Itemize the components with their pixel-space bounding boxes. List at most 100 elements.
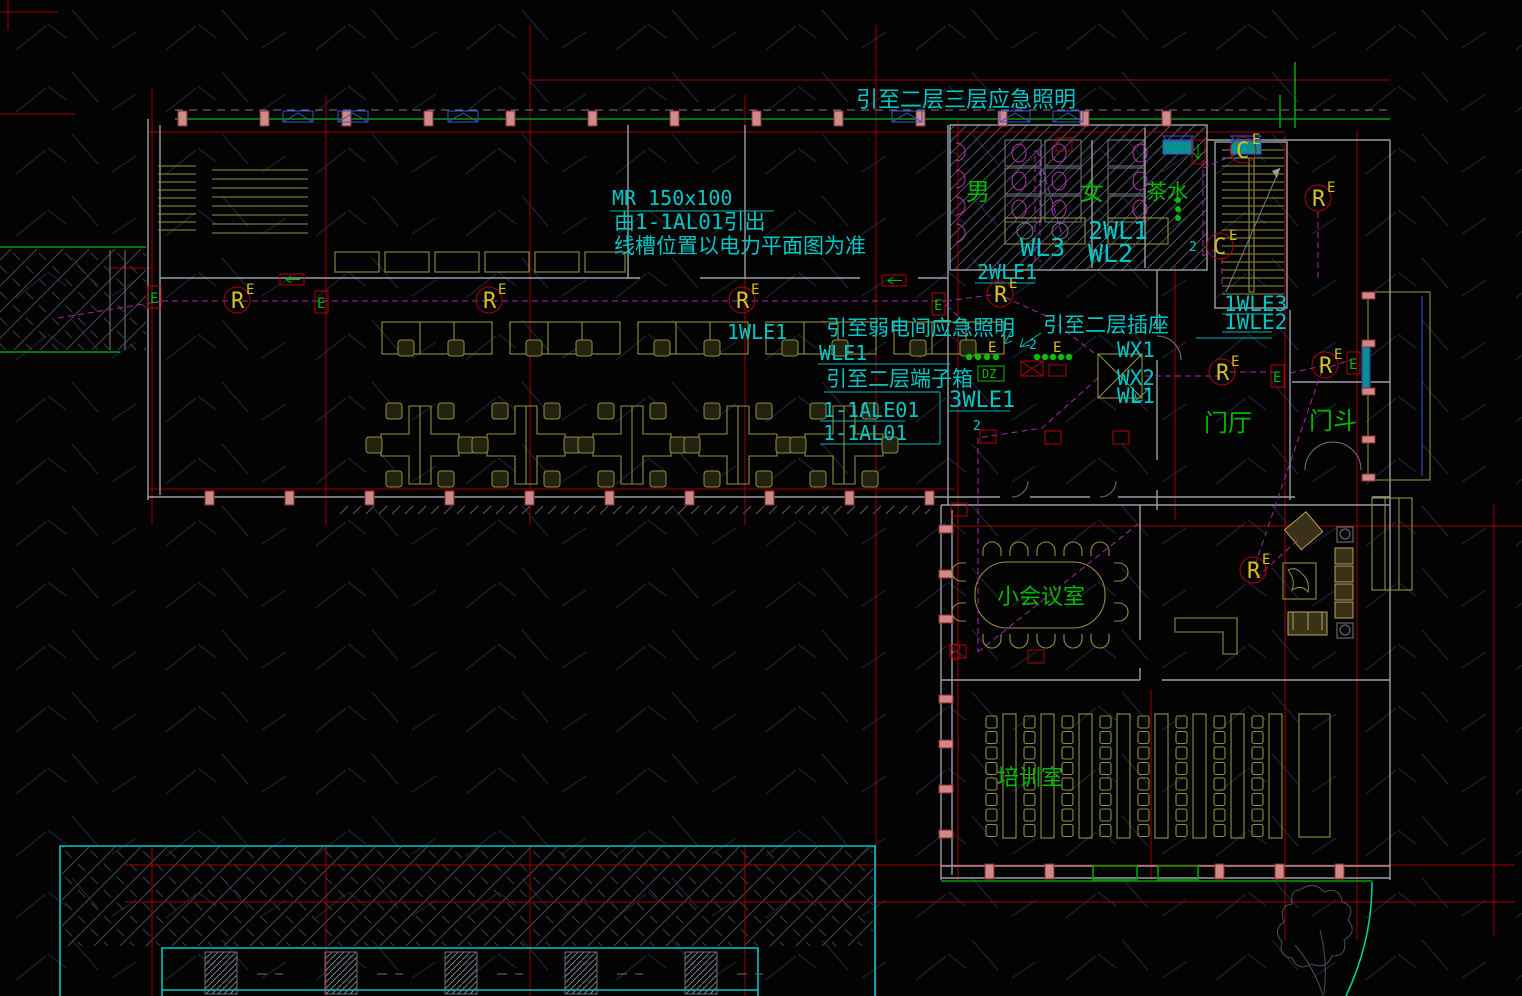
wall-stub — [445, 491, 454, 505]
cad-viewport[interactable]: RERERERERERERERECECEEEEEEEE222 引至二层三层应急照… — [0, 0, 1522, 996]
svg-text:E: E — [1334, 347, 1342, 363]
wall-stub — [685, 491, 694, 505]
label-room-lobby: 门厅 — [1204, 409, 1252, 437]
svg-text:C: C — [1236, 139, 1249, 164]
wall-stub — [670, 111, 679, 126]
label-mr-note: 线槽位置以电力平面图为准 — [614, 234, 866, 258]
svg-text:E: E — [934, 298, 942, 314]
wall-stub — [939, 615, 953, 623]
label-circuit-wl3: WL3 — [1020, 233, 1065, 262]
wall-stub — [424, 111, 433, 126]
label-circuit-wle1: WLE1 — [819, 341, 867, 365]
label-room-training: 培训室 — [997, 766, 1063, 791]
svg-text:R: R — [1247, 559, 1261, 584]
svg-text:E: E — [1229, 228, 1237, 244]
svg-text:R: R — [483, 289, 497, 314]
svg-text:R: R — [231, 289, 245, 314]
label-circuit-wl1: WL1 — [1117, 384, 1155, 408]
wiring-dot — [975, 354, 981, 360]
terrace-column — [205, 952, 237, 994]
svg-text:R: R — [1216, 361, 1230, 386]
wire-e-label: E — [1053, 340, 1061, 356]
wall-stub — [588, 111, 597, 126]
label-panel-1-1ale01: 1-1ALE01 — [823, 398, 919, 422]
terrace-column — [325, 952, 357, 994]
wall-stub — [939, 570, 953, 578]
terrace-column — [685, 952, 717, 994]
svg-text:E: E — [1273, 370, 1281, 386]
svg-text:C: C — [1213, 235, 1226, 260]
wall-stub — [178, 111, 187, 126]
label-room-female: 女 — [1080, 178, 1104, 206]
label-to-sockets: 引至二层插座 — [1043, 313, 1169, 337]
conductor-count: 2 — [1189, 240, 1197, 255]
label-room-vestibule: 门斗 — [1309, 407, 1357, 435]
terrace-column — [565, 952, 597, 994]
wall-stub — [506, 111, 515, 126]
wall-stub — [939, 695, 953, 703]
wall-stub — [1162, 111, 1171, 126]
wall-stub — [605, 491, 614, 505]
svg-text:E: E — [1349, 357, 1357, 373]
wall-stub — [205, 491, 214, 505]
wall-stub — [1362, 292, 1375, 299]
wall-stub — [1215, 864, 1224, 879]
wall-stub — [365, 491, 374, 505]
wiring-dot — [1175, 215, 1181, 221]
wiring-dot — [1034, 354, 1040, 360]
label-circuit-wx1: WX1 — [1117, 338, 1155, 362]
svg-text:R: R — [994, 283, 1008, 308]
wiring-dot — [1175, 206, 1181, 212]
label-panel-1-1al01: 1-1AL01 — [823, 421, 907, 445]
wall-stub — [834, 111, 843, 126]
svg-text:E: E — [1262, 552, 1270, 568]
wall-stub — [925, 491, 934, 505]
wall-stub — [752, 111, 761, 126]
wall-stub — [765, 491, 774, 505]
svg-text:E: E — [150, 291, 158, 307]
wall-stub — [525, 491, 534, 505]
svg-text:R: R — [1312, 187, 1326, 212]
wall-stub — [1362, 340, 1375, 347]
wall-stub — [1080, 111, 1089, 126]
wall-stub — [939, 830, 953, 838]
label-room-tea: 茶水 — [1146, 180, 1188, 204]
label-room-meeting: 小会议室 — [997, 585, 1085, 610]
svg-text:E: E — [1327, 180, 1335, 196]
wall-stub — [1045, 864, 1054, 879]
wall-stub — [845, 491, 854, 505]
label-dz-box: DZ — [982, 367, 996, 381]
svg-text:R: R — [1319, 354, 1333, 379]
svg-text:R: R — [736, 289, 750, 314]
svg-text:E: E — [751, 282, 759, 298]
wall-stub — [1275, 864, 1284, 879]
wall-stub — [260, 111, 269, 126]
wall-stub — [916, 111, 925, 126]
label-circuit-1wle1: 1WLE1 — [727, 320, 787, 344]
wall-stub — [1362, 474, 1375, 481]
wall-stub — [1362, 436, 1375, 443]
wall-stub — [1362, 388, 1375, 395]
floor-plan-drawing: RERERERERERERERECECEEEEEEEE222 引至二层三层应急照… — [0, 0, 1522, 996]
label-circuit-2wle1: 2WLE1 — [977, 260, 1037, 284]
label-mr-spec: MR 150x100 — [612, 186, 732, 210]
label-circuit-1wle2: 1WLE2 — [1224, 310, 1287, 334]
wire-e-label: E — [988, 340, 996, 356]
label-room-male: 男 — [966, 178, 990, 206]
wall-stub — [285, 491, 294, 505]
label-circuit-wl2: WL2 — [1088, 239, 1133, 268]
wiring-dot — [1042, 354, 1048, 360]
wall-stub — [939, 740, 953, 748]
wiring-dot — [1066, 354, 1072, 360]
svg-text:E: E — [246, 282, 254, 298]
svg-text:E: E — [1252, 132, 1260, 148]
wiring-dot — [966, 354, 972, 360]
wall-stub — [939, 525, 953, 533]
svg-text:E: E — [1231, 354, 1239, 370]
svg-text:E: E — [317, 296, 325, 312]
label-top-emergency: 引至二层三层应急照明 — [856, 88, 1076, 113]
wall-stub — [939, 785, 953, 793]
wall-stub — [1335, 864, 1344, 879]
label-mr-from: 由1-1AL01引出 — [614, 210, 766, 234]
label-weak-room: 引至弱电间应急照明 — [826, 316, 1015, 340]
